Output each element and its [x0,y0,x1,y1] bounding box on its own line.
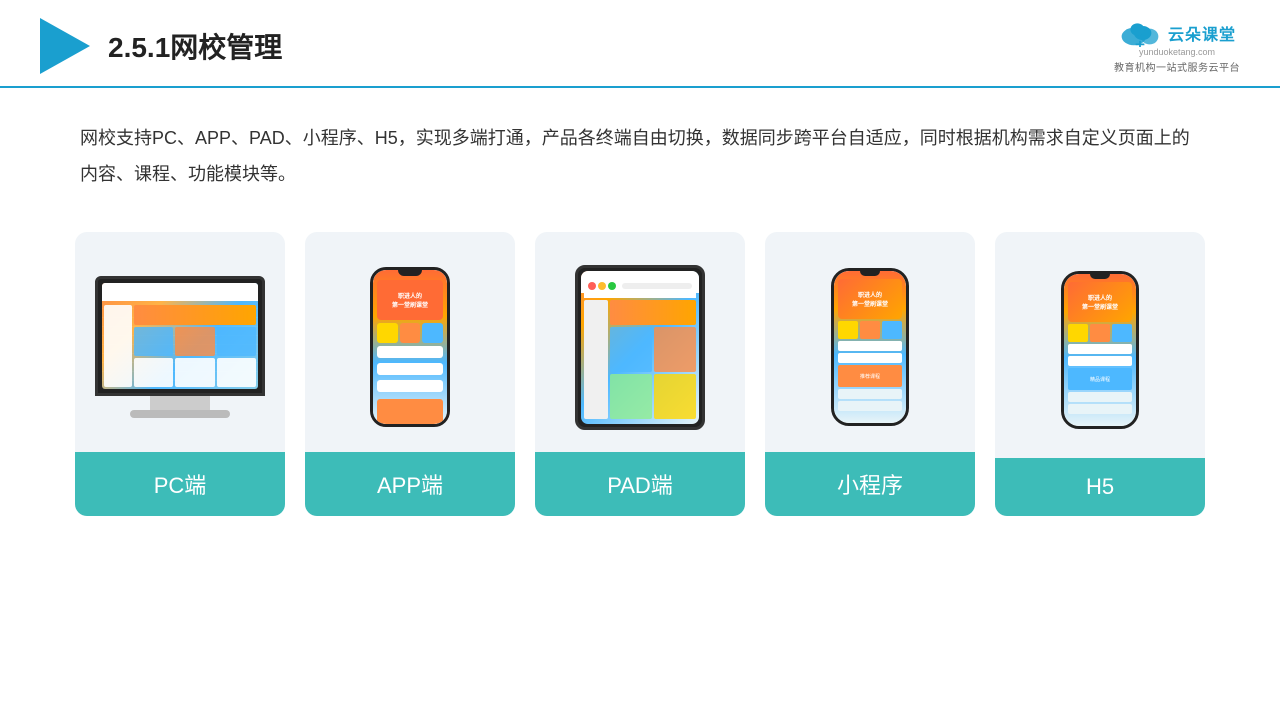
h5-phone-icon: 职进人的第一堂刷课堂 精品课程 [1061,271,1139,429]
miniprogram-phone-icon: 职进人的第一堂刷课堂 推荐课程 [831,268,909,426]
brand-name: 云朵课堂 [1168,21,1236,45]
brand-url: yunduoketang.com [1139,47,1215,57]
card-pad-label: PAD端 [535,452,745,516]
card-pad-image [535,232,745,452]
page-title: 2.5.1网校管理 [108,26,282,66]
card-miniprogram-label: 小程序 [765,452,975,516]
card-pad: PAD端 [535,232,745,516]
card-miniprogram: 职进人的第一堂刷课堂 推荐课程 [765,232,975,516]
play-icon [40,18,90,74]
brand-logo: 云朵课堂 yunduoketang.com 教育机构一站式服务云平台 [1114,19,1240,74]
card-app: 职进人的第一堂刷课堂 [305,232,515,516]
card-h5-image: 职进人的第一堂刷课堂 精品课程 [995,232,1205,458]
card-pc-label: PC端 [75,452,285,516]
pc-monitor-icon [95,276,265,418]
description-text: 网校支持PC、APP、PAD、小程序、H5，实现多端打通，产品各终端自由切换，数… [0,88,1280,212]
card-app-label: APP端 [305,452,515,516]
card-h5-label: H5 [995,458,1205,516]
card-miniprogram-image: 职进人的第一堂刷课堂 推荐课程 [765,232,975,452]
brand-logo-icon: 云朵课堂 [1118,19,1236,47]
description-content: 网校支持PC、APP、PAD、小程序、H5，实现多端打通，产品各终端自由切换，数… [80,128,1190,184]
header: 2.5.1网校管理 云朵课堂 yunduoketang.com 教育机构一站式服… [0,0,1280,88]
app-phone-icon: 职进人的第一堂刷课堂 [370,267,450,427]
card-pc-image [75,232,285,452]
pad-tablet-icon [575,265,705,430]
cards-area: PC端 职进人的第一堂刷课堂 [0,212,1280,546]
card-app-image: 职进人的第一堂刷课堂 [305,232,515,452]
card-pc: PC端 [75,232,285,516]
card-h5: 职进人的第一堂刷课堂 精品课程 [995,232,1205,516]
header-left: 2.5.1网校管理 [40,18,282,74]
cloud-svg-icon [1118,19,1162,47]
brand-subtitle: 教育机构一站式服务云平台 [1114,59,1240,74]
